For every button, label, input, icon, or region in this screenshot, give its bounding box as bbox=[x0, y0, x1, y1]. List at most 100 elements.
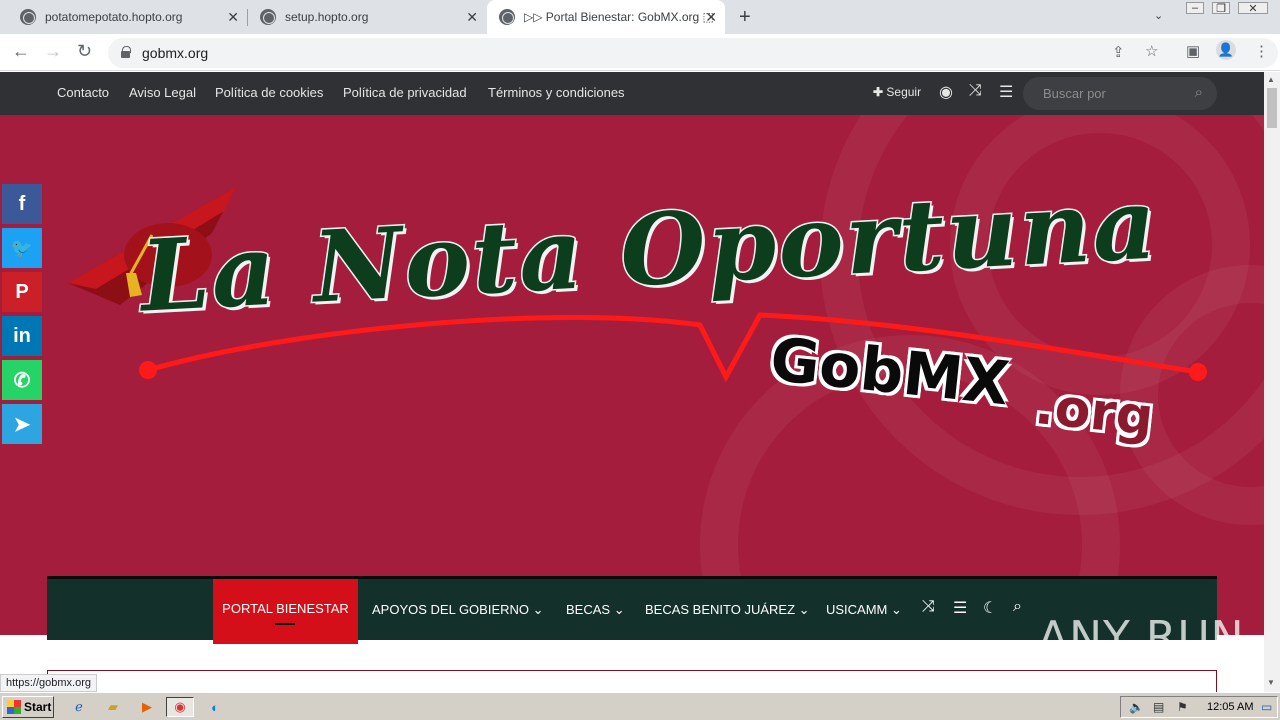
twitter-icon: 🐦 bbox=[10, 237, 34, 258]
nav-item-usicamm[interactable]: USICAMM ⌄ bbox=[826, 602, 902, 618]
anyrun-watermark: ANY RUN bbox=[1038, 612, 1245, 663]
browser-tab-strip: potatomepotato.hopto.org ✕ setup.hopto.o… bbox=[0, 0, 1280, 34]
close-icon[interactable]: ✕ bbox=[466, 9, 478, 26]
scroll-down-arrow-icon[interactable]: ▼ bbox=[1267, 678, 1275, 687]
twitter-share-button[interactable]: 🐦 bbox=[2, 228, 42, 268]
whatsapp-share-button[interactable]: ✆ bbox=[2, 360, 42, 400]
chevron-down-icon: ⌄ bbox=[891, 602, 902, 617]
globe-icon bbox=[20, 9, 36, 25]
chrome-taskbar-icon[interactable]: ◉ bbox=[166, 697, 194, 717]
share-icon[interactable]: ⇪ bbox=[1112, 43, 1125, 61]
tab-potatomepotato[interactable]: potatomepotato.hopto.org ✕ bbox=[0, 0, 247, 34]
restore-button[interactable]: ❐ bbox=[1212, 2, 1230, 15]
linkedin-icon: in bbox=[13, 324, 31, 347]
close-icon[interactable]: ✕ bbox=[705, 9, 717, 26]
browser-toolbar: ← → ↻ gobmx.org ⇪ ☆ ▣ 👤 ⋮ bbox=[0, 34, 1280, 71]
header-banner: La Nota Oportuna GobMX .org bbox=[0, 115, 1264, 635]
hamburger-menu-icon[interactable]: ☰ bbox=[953, 598, 967, 618]
tab-search-chevron-icon[interactable]: ⌄ bbox=[1154, 9, 1163, 22]
new-tab-button[interactable]: + bbox=[739, 6, 751, 29]
shuffle-icon[interactable]: ⤨ bbox=[969, 82, 982, 100]
nav-item-label: BECAS BENITO JUÁREZ bbox=[645, 602, 796, 617]
active-indicator bbox=[275, 623, 295, 625]
search-icon[interactable]: ⌕ bbox=[1013, 598, 1022, 616]
start-button[interactable]: Start bbox=[2, 696, 54, 718]
telegram-icon: ➤ bbox=[13, 413, 31, 436]
nav-item-label: APOYOS DEL GOBIERNO bbox=[372, 602, 530, 617]
tab-title: ▷▷ Portal Bienestar: GobMX.org ⬚ bbox=[524, 10, 714, 24]
profile-avatar-icon[interactable]: 👤 bbox=[1216, 40, 1236, 60]
status-bar-url: https://gobmx.org bbox=[0, 674, 97, 692]
page-scrollbar[interactable]: ▲ ▼ bbox=[1264, 72, 1280, 692]
whatsapp-icon: ✆ bbox=[13, 369, 31, 392]
user-icon[interactable]: ◉ bbox=[939, 82, 953, 102]
linkedin-share-button[interactable]: in bbox=[2, 316, 42, 356]
globe-icon bbox=[499, 9, 515, 25]
address-bar[interactable]: gobmx.org ⇪ ☆ bbox=[108, 38, 1278, 68]
windows-logo-icon bbox=[7, 700, 21, 714]
side-panel-icon[interactable]: ▣ bbox=[1186, 42, 1200, 60]
telegram-share-button[interactable]: ➤ bbox=[2, 404, 42, 444]
lock-icon[interactable] bbox=[121, 46, 131, 58]
volume-icon[interactable]: 🔈 bbox=[1129, 700, 1144, 714]
nav-item-label: USICAMM bbox=[826, 602, 888, 617]
bookmark-star-icon[interactable]: ☆ bbox=[1145, 42, 1158, 60]
scroll-up-arrow-icon[interactable]: ▲ bbox=[1267, 75, 1275, 84]
pinterest-share-button[interactable]: P bbox=[2, 272, 42, 312]
nav-link-contacto[interactable]: Contacto bbox=[57, 85, 109, 100]
plus-icon: ✚ bbox=[873, 85, 884, 99]
dark-mode-moon-icon[interactable]: ☾ bbox=[983, 598, 997, 618]
window-close-button[interactable]: ✕ bbox=[1238, 2, 1268, 15]
scrollbar-thumb[interactable] bbox=[1267, 88, 1277, 128]
nav-link-cookies[interactable]: Política de cookies bbox=[215, 85, 323, 100]
close-icon[interactable]: ✕ bbox=[227, 9, 239, 26]
tab-title: setup.hopto.org bbox=[285, 10, 369, 24]
nav-item-label: PORTAL BIENESTAR bbox=[222, 601, 349, 616]
system-tray: 🔈 ▤ ⚑ 12:05 AM ▭ bbox=[1120, 696, 1278, 718]
media-player-icon[interactable]: ▶ bbox=[136, 697, 158, 717]
chevron-down-icon: ⌄ bbox=[613, 602, 625, 617]
search-input[interactable]: Buscar por ⌕ bbox=[1023, 77, 1217, 110]
network-icon[interactable]: ▤ bbox=[1153, 700, 1164, 714]
reload-icon[interactable]: ↻ bbox=[77, 41, 92, 62]
address-url[interactable]: gobmx.org bbox=[142, 45, 208, 61]
hamburger-menu-icon[interactable]: ☰ bbox=[999, 82, 1013, 102]
follow-label: Seguir bbox=[886, 85, 922, 99]
kebab-menu-icon[interactable]: ⋮ bbox=[1254, 42, 1269, 60]
tab-portal-bienestar[interactable]: ▷▷ Portal Bienestar: GobMX.org ⬚ ✕ bbox=[487, 0, 725, 34]
pinterest-icon: P bbox=[15, 280, 29, 303]
nav-item-portal-bienestar[interactable]: PORTAL BIENESTAR bbox=[213, 579, 358, 644]
top-navigation-bar: Contacto Aviso Legal Política de cookies… bbox=[0, 72, 1264, 115]
windows-taskbar: Start ℯ ▰ ▶ ◉ ◐ 🔈 ▤ ⚑ 12:05 AM ▭ bbox=[0, 692, 1280, 720]
internet-explorer-icon[interactable]: ℯ bbox=[68, 697, 90, 717]
nav-item-apoyos[interactable]: APOYOS DEL GOBIERNO ⌄ bbox=[372, 602, 544, 618]
globe-icon bbox=[260, 9, 276, 25]
back-arrow-icon[interactable]: ← bbox=[12, 41, 30, 62]
clock: 12:05 AM bbox=[1207, 701, 1254, 713]
flag-icon[interactable]: ⚑ bbox=[1177, 700, 1188, 714]
follow-button[interactable]: ✚ Seguir bbox=[873, 85, 921, 99]
file-explorer-icon[interactable]: ▰ bbox=[102, 697, 124, 717]
chevron-down-icon: ⌄ bbox=[532, 602, 544, 617]
nav-link-terminos[interactable]: Términos y condiciones bbox=[488, 85, 625, 100]
site-logo-domain[interactable]: .org bbox=[1032, 376, 1156, 448]
edge-icon[interactable]: ◐ bbox=[204, 697, 226, 717]
tab-title: potatomepotato.hopto.org bbox=[45, 10, 183, 24]
web-page: Contacto Aviso Legal Política de cookies… bbox=[0, 72, 1264, 692]
shuffle-icon[interactable]: ⤨ bbox=[922, 598, 935, 616]
nav-item-becas-benito-juarez[interactable]: BECAS BENITO JUÁREZ ⌄ bbox=[645, 602, 810, 618]
tab-setup[interactable]: setup.hopto.org ✕ bbox=[248, 0, 486, 34]
facebook-icon: f bbox=[18, 192, 26, 215]
minimize-button[interactable]: – bbox=[1186, 2, 1204, 14]
nav-item-becas[interactable]: BECAS ⌄ bbox=[566, 602, 625, 618]
content-frame bbox=[47, 670, 1217, 692]
nav-item-label: BECAS bbox=[566, 602, 611, 617]
show-desktop-icon[interactable]: ▭ bbox=[1261, 700, 1272, 714]
start-label: Start bbox=[24, 700, 52, 714]
forward-arrow-icon[interactable]: → bbox=[44, 41, 62, 62]
nav-link-aviso-legal[interactable]: Aviso Legal bbox=[129, 85, 196, 100]
facebook-share-button[interactable]: f bbox=[2, 184, 42, 224]
search-icon[interactable]: ⌕ bbox=[1195, 84, 1203, 101]
search-placeholder: Buscar por bbox=[1043, 86, 1106, 101]
nav-link-privacidad[interactable]: Política de privacidad bbox=[343, 85, 467, 100]
